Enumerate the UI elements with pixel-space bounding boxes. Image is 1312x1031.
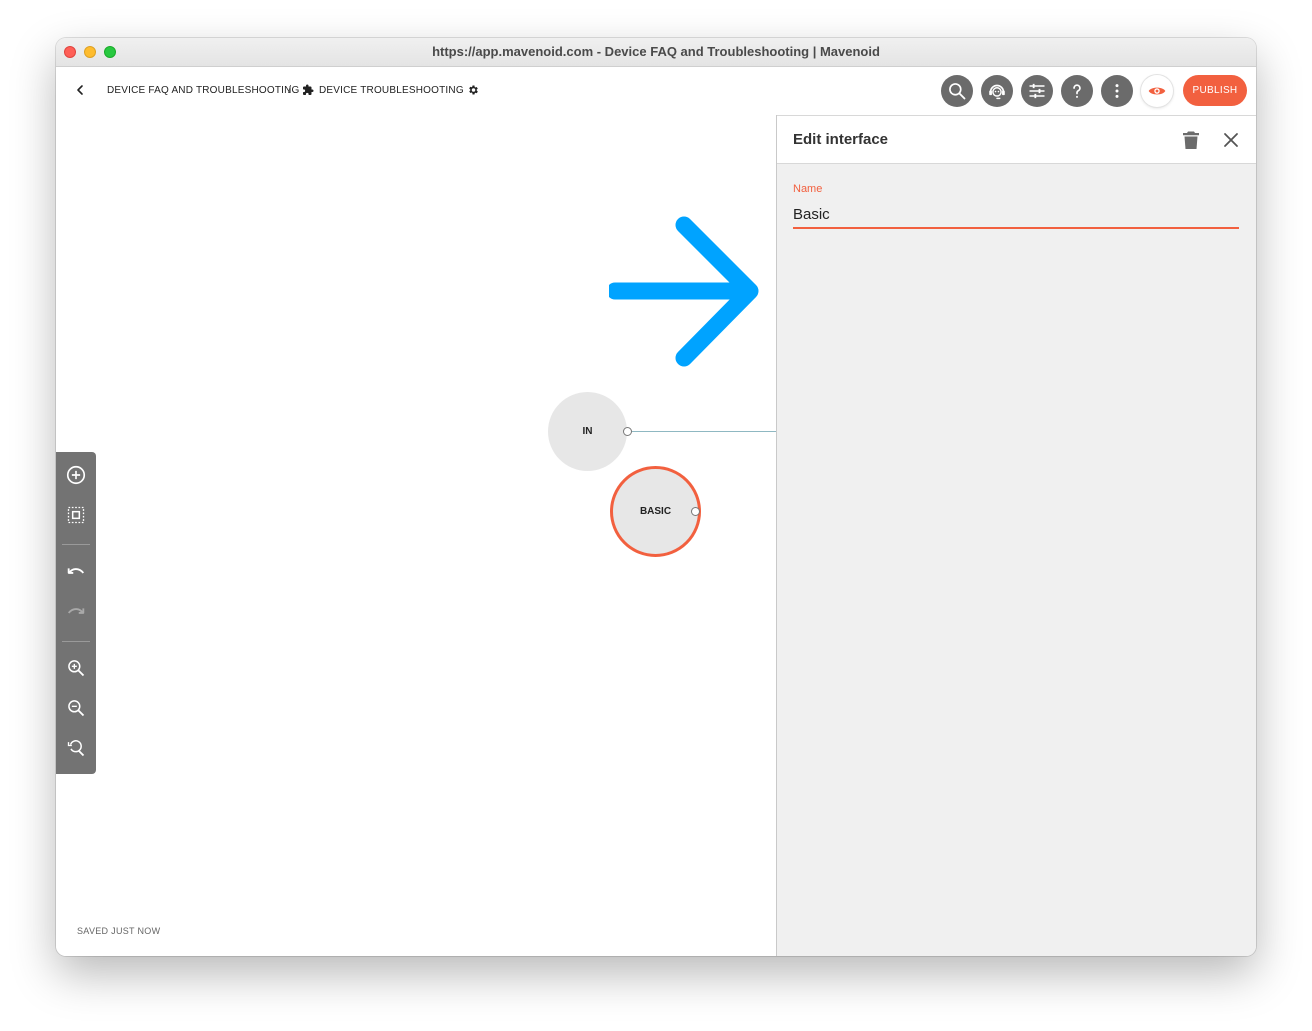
close-icon[interactable] bbox=[1222, 131, 1240, 149]
title-bar: https://app.mavenoid.com - Device FAQ an… bbox=[56, 38, 1256, 67]
sliders-icon bbox=[1029, 83, 1045, 99]
flow-node-basic[interactable]: BASIC bbox=[610, 466, 701, 557]
help-icon bbox=[1073, 84, 1081, 98]
flow-node-in[interactable]: IN bbox=[548, 392, 627, 471]
publish-button[interactable]: PUBLISH bbox=[1183, 75, 1247, 106]
node-connection-edge bbox=[632, 431, 776, 432]
panel-title: Edit interface bbox=[793, 131, 889, 148]
support-agent-button[interactable] bbox=[981, 75, 1013, 107]
more-options-button[interactable] bbox=[1101, 75, 1133, 107]
zoom-reset-tool[interactable] bbox=[65, 737, 87, 759]
zoom-reset-icon bbox=[67, 740, 85, 757]
zoom-in-icon bbox=[68, 660, 85, 677]
zoom-in-tool[interactable] bbox=[65, 657, 87, 679]
undo-tool[interactable] bbox=[65, 561, 87, 583]
name-field-label: Name bbox=[793, 183, 823, 195]
canvas-toolbar bbox=[56, 452, 96, 774]
redo-tool[interactable] bbox=[65, 601, 87, 623]
edit-interface-panel: Edit interface Name bbox=[776, 115, 1256, 956]
toolbar-divider bbox=[62, 544, 90, 545]
trash-icon[interactable] bbox=[1182, 130, 1200, 150]
save-status: SAVED JUST NOW bbox=[77, 926, 161, 936]
node-label: IN bbox=[582, 426, 593, 437]
node-output-port[interactable] bbox=[691, 507, 700, 516]
flow-canvas[interactable]: IN BASIC SAVED JUST NOW bbox=[56, 115, 776, 956]
browser-window: https://app.mavenoid.com - Device FAQ an… bbox=[56, 38, 1256, 956]
node-output-port[interactable] bbox=[623, 427, 632, 436]
app-header: DEVICE FAQ AND TROUBLESHOOTING / DEVICE … bbox=[56, 67, 1256, 115]
toolbar-divider bbox=[62, 641, 90, 642]
zoom-out-tool[interactable] bbox=[65, 697, 87, 719]
add-node-tool[interactable] bbox=[65, 464, 87, 486]
window-title: https://app.mavenoid.com - Device FAQ an… bbox=[432, 44, 880, 59]
search-button[interactable] bbox=[941, 75, 973, 107]
support-agent-icon bbox=[989, 84, 1005, 100]
breadcrumb-separator: / bbox=[288, 84, 292, 96]
back-chevron-icon[interactable] bbox=[74, 83, 86, 97]
puzzle-icon bbox=[303, 84, 314, 95]
select-area-icon bbox=[67, 506, 85, 524]
name-input[interactable] bbox=[793, 201, 1239, 229]
breadcrumb-current[interactable]: DEVICE TROUBLESHOOTING bbox=[319, 85, 464, 96]
panel-header: Edit interface bbox=[777, 115, 1256, 164]
zoom-out-icon bbox=[68, 700, 85, 717]
add-node-icon bbox=[66, 465, 86, 485]
redo-icon bbox=[67, 608, 85, 614]
preview-eye-icon bbox=[1148, 87, 1166, 95]
preview-button[interactable] bbox=[1141, 75, 1173, 107]
breadcrumb-root[interactable]: DEVICE FAQ AND TROUBLESHOOTING bbox=[107, 85, 300, 96]
search-icon bbox=[949, 83, 966, 100]
help-button[interactable] bbox=[1061, 75, 1093, 107]
more-vertical-icon bbox=[1115, 84, 1119, 98]
select-area-tool[interactable] bbox=[65, 504, 87, 526]
gear-icon[interactable] bbox=[467, 84, 479, 96]
undo-icon bbox=[67, 568, 85, 574]
settings-sliders-button[interactable] bbox=[1021, 75, 1053, 107]
node-label: BASIC bbox=[639, 506, 672, 517]
annotation-arrow-icon bbox=[609, 216, 759, 367]
